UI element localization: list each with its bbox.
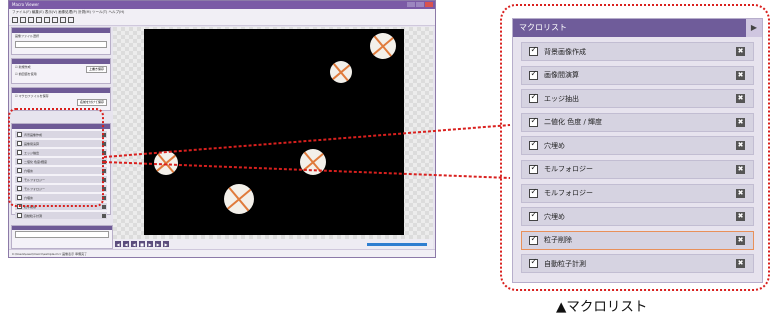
- delete-icon[interactable]: ✖: [736, 188, 745, 198]
- macro-item-label: モルフォロジー: [544, 189, 593, 198]
- macro-item-checkbox[interactable]: [529, 257, 538, 269]
- macro-item[interactable]: モルフォロジー ✖: [521, 183, 754, 203]
- macro-item[interactable]: 穴埋め ✖: [521, 136, 754, 156]
- macro-item-checkbox[interactable]: [529, 187, 538, 198]
- macro-item-label: 画像間演算: [544, 71, 579, 80]
- connector-line: [103, 161, 511, 179]
- macro-item[interactable]: 背景画像作成 ✖: [521, 42, 754, 61]
- delete-icon[interactable]: ✖: [736, 47, 745, 56]
- delete-icon[interactable]: ✖: [736, 235, 745, 245]
- delete-icon[interactable]: ✖: [736, 94, 745, 104]
- macro-item-label: 穴埋め: [544, 212, 565, 221]
- macro-list-items: 背景画像作成✖画像間演算✖エッジ抽出✖二値化 色度 / 輝度✖穴埋め✖モルフォロ…: [513, 37, 762, 274]
- macro-item[interactable]: 画像間演算 ✖: [521, 65, 754, 85]
- macro-item-label: エッジ抽出: [544, 94, 579, 103]
- delete-icon[interactable]: ✖: [736, 141, 745, 151]
- macro-item-label: 二値化 色度 / 輝度: [544, 118, 603, 127]
- collapse-arrow-icon[interactable]: ▶: [746, 19, 762, 37]
- macro-item-label: モルフォロジー: [544, 165, 593, 174]
- delete-icon[interactable]: ✖: [736, 259, 745, 269]
- macro-item-label: 自動粒子計測: [544, 259, 586, 268]
- macro-item-checkbox[interactable]: [529, 163, 538, 174]
- macro-list-title: マクロリスト: [519, 23, 567, 32]
- macro-item-checkbox[interactable]: [529, 210, 538, 222]
- macro-item-label: 穴埋め: [544, 141, 565, 150]
- macro-item-checkbox[interactable]: [529, 69, 538, 80]
- macro-item-checkbox[interactable]: [529, 92, 538, 104]
- macro-item-checkbox[interactable]: [529, 45, 538, 56]
- delete-icon[interactable]: ✖: [736, 212, 745, 222]
- macro-list-header: マクロリスト ▶: [513, 19, 762, 37]
- macro-list-panel: マクロリスト ▶ 背景画像作成 ✖ 画像間演算 ✖ エッジ抽出 ✖ 二値化 色度 / 輝度 ✖…: [512, 18, 763, 283]
- macro-item-checkbox[interactable]: [529, 234, 538, 245]
- delete-icon[interactable]: ✖: [736, 70, 745, 80]
- macro-item[interactable]: 二値化 色度 / 輝度 ✖: [521, 112, 754, 132]
- macro-item[interactable]: エッジ抽出 ✖: [521, 89, 754, 109]
- delete-icon[interactable]: ✖: [736, 117, 745, 127]
- macro-item-label: 粒子削除: [544, 236, 572, 245]
- macro-item[interactable]: 自動粒子計測 ✖: [521, 254, 754, 274]
- connector-line: [103, 124, 511, 158]
- macro-item-label: 背景画像作成: [544, 47, 586, 56]
- macro-item[interactable]: モルフォロジー ✖: [521, 159, 754, 179]
- delete-icon[interactable]: ✖: [736, 164, 745, 174]
- figure-caption: ▲マクロリスト: [556, 299, 648, 315]
- macro-item-checkbox[interactable]: [529, 139, 538, 151]
- macro-item[interactable]: 粒子削除 ✖: [521, 230, 754, 250]
- macro-item[interactable]: 穴埋め ✖: [521, 207, 754, 227]
- macro-item-checkbox[interactable]: [529, 116, 538, 127]
